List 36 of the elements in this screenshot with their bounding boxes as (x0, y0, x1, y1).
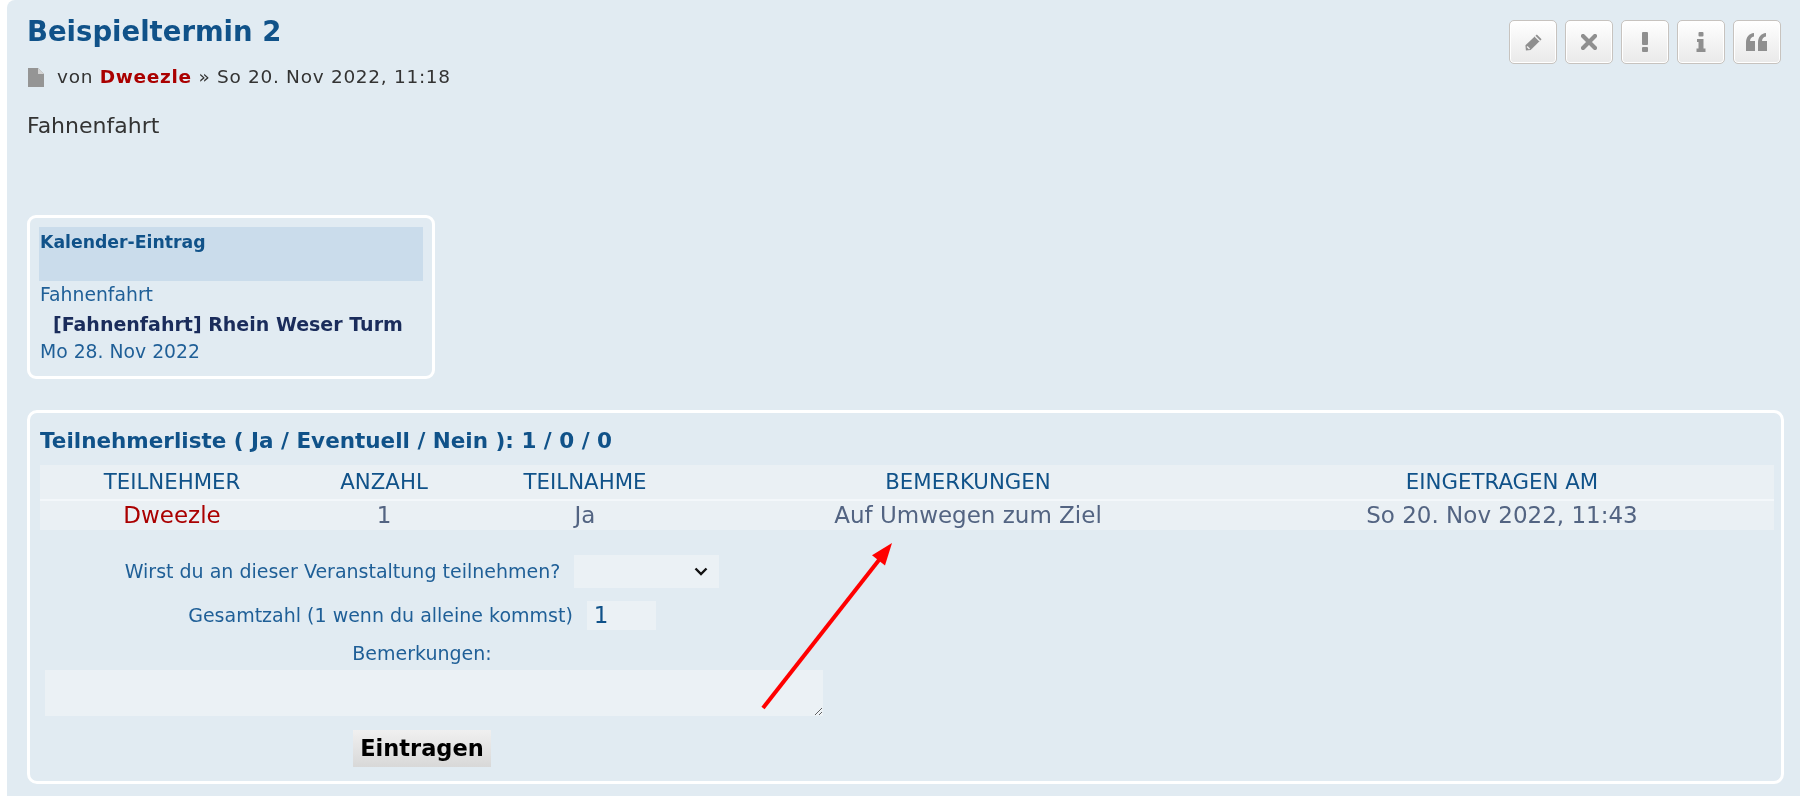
participant-link[interactable]: Dweezle (123, 500, 221, 530)
author-link[interactable]: Dweezle (99, 66, 192, 87)
pencil-icon (1523, 32, 1543, 52)
calendar-heading: Kalender-Eintrag (40, 232, 206, 252)
exclamation-icon (1642, 32, 1648, 52)
column-header: EINGETRAGEN AM (1405, 468, 1599, 495)
column-header: TEILNAHME (523, 468, 647, 495)
chevron-down-icon (694, 566, 709, 576)
column-header: BEMERKUNGEN (885, 468, 1051, 495)
document-icon (28, 67, 44, 87)
event-title: [Fahnenfahrt] Rhein Weser Turm (53, 312, 403, 335)
table-cell: Auf Umwegen zum Ziel (834, 500, 1102, 530)
info-button[interactable] (1677, 20, 1725, 64)
quote-icon (1746, 33, 1768, 51)
count-input[interactable]: 1 (586, 600, 656, 630)
post-byline: von Dweezle » So 20. Nov 2022, 11:18 (57, 65, 451, 89)
cross-icon (1581, 34, 1597, 50)
column-header: TEILNEHMER (103, 468, 241, 495)
field-label: Gesamtzahl (1 wenn du alleine kommst) (188, 603, 573, 627)
submit-button[interactable]: Eintragen (353, 729, 491, 767)
post-title: Beispieltermin 2 (27, 14, 282, 48)
event-date: Mo 28. Nov 2022 (40, 341, 200, 362)
quote-button[interactable] (1733, 20, 1781, 64)
event-category: Fahnenfahrt (40, 284, 153, 305)
table-cell: 1 (376, 500, 392, 530)
field-label: Wirst du an dieser Veranstaltung teilnehmen? (124, 559, 561, 583)
field-label: Bemerkungen: (352, 640, 492, 665)
info-icon (1696, 32, 1706, 52)
column-header: ANZAHL (340, 468, 428, 495)
edit-button[interactable] (1509, 20, 1557, 64)
report-button[interactable] (1621, 20, 1669, 64)
table-cell: Ja (574, 500, 596, 530)
post-text: Fahnenfahrt (27, 112, 160, 140)
table-cell: So 20. Nov 2022, 11:43 (1366, 500, 1638, 530)
participants-title: Teilnehmerliste ( Ja / Eventuell / Nein ): 1 / 0 / 0 (40, 427, 612, 453)
delete-button[interactable] (1565, 20, 1613, 64)
